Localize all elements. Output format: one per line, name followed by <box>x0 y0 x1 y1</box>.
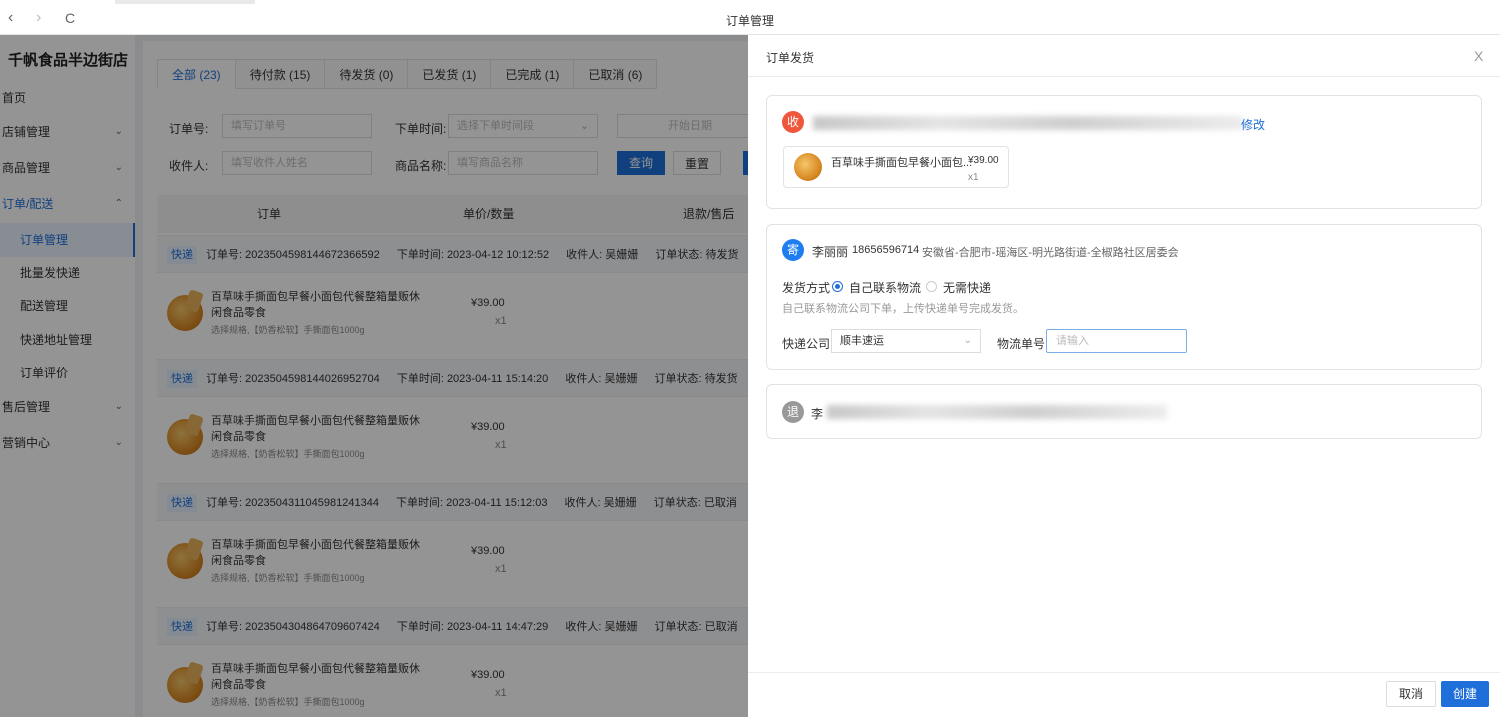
return-icon: 退 <box>782 401 804 423</box>
tracking-number-label: 物流单号 <box>997 337 1046 351</box>
receive-icon: 收 <box>782 111 804 133</box>
drawer-title: 订单发货 <box>766 51 815 65</box>
express-company-select[interactable]: 顺丰速运 ⌄ <box>831 329 981 353</box>
ship-order-drawer: 订单发货 X 收 修改 百草味手撕面包早餐小面包... ¥39.00 x1 寄 … <box>748 35 1500 717</box>
receiver-card: 收 修改 百草味手撕面包早餐小面包... ¥39.00 x1 <box>766 95 1482 209</box>
sender-name: 李丽丽 <box>812 245 849 259</box>
shipping-hint: 自己联系物流公司下单，上传快递单号完成发货。 <box>782 303 1024 315</box>
send-icon: 寄 <box>782 239 804 261</box>
express-company-label: 快递公司 <box>782 337 831 351</box>
radio-self-logistics[interactable] <box>832 281 843 292</box>
create-button[interactable]: 创建 <box>1441 681 1489 707</box>
express-company-value: 顺丰速运 <box>840 335 884 347</box>
product-price: ¥39.00 <box>968 155 999 166</box>
redacted-receiver-info <box>813 116 1243 130</box>
shipping-method-label: 发货方式 <box>782 281 831 295</box>
chevron-down-icon: ⌄ <box>963 335 972 346</box>
return-name: 李 <box>811 407 824 421</box>
divider <box>748 672 1500 673</box>
window-title: 订单管理 <box>725 14 774 28</box>
return-address-card: 退 李 <box>766 384 1482 439</box>
close-icon[interactable]: X <box>1474 48 1483 64</box>
option-self-logistics[interactable]: 自己联系物流 <box>849 279 921 296</box>
tracking-number-input[interactable]: 请输入 <box>1046 329 1187 353</box>
sender-card: 寄 李丽丽 18656596714 安徽省-合肥市-瑶海区-明光路街道-全椒路社… <box>766 224 1482 370</box>
browser-tab-strip <box>115 0 255 4</box>
sender-phone: 18656596714 <box>852 244 920 256</box>
product-quantity: x1 <box>968 172 979 183</box>
browser-toolbar: ‹ › C 订单管理 <box>0 0 1500 35</box>
redacted-return-info <box>827 405 1167 419</box>
modify-link[interactable]: 修改 <box>1241 116 1265 133</box>
cancel-button[interactable]: 取消 <box>1386 681 1436 707</box>
product-card: 百草味手撕面包早餐小面包... ¥39.00 x1 <box>783 146 1009 188</box>
modal-overlay[interactable] <box>0 35 748 717</box>
sender-address: 安徽省-合肥市-瑶海区-明光路街道-全椒路社区居委会 <box>922 247 1179 259</box>
product-name: 百草味手撕面包早餐小面包... <box>831 157 973 169</box>
product-image <box>794 153 822 181</box>
radio-no-express[interactable] <box>926 281 937 292</box>
divider <box>748 76 1500 77</box>
option-no-express[interactable]: 无需快递 <box>943 279 991 296</box>
